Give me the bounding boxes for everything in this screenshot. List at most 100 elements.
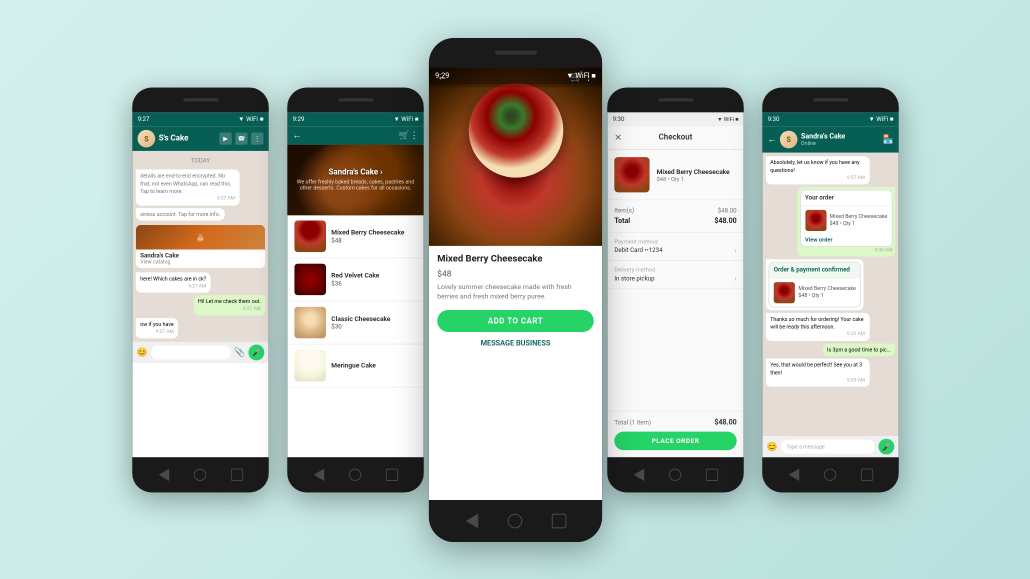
bubble-time-3: 9:27 AM: [140, 283, 206, 289]
view-order-link[interactable]: View order: [800, 234, 891, 245]
recents-nav-3[interactable]: [551, 513, 566, 528]
p5-bubble-2: Thanks so much for ordering! Your cake w…: [765, 312, 868, 340]
contact-info: Sandra's Cake Online: [801, 132, 879, 146]
status-time-4: 9:30: [612, 115, 624, 122]
confirmed-thumb: [773, 281, 794, 302]
catalog-card-image: 🎂: [135, 225, 264, 250]
mic-button-5[interactable]: 🎤: [878, 438, 894, 454]
phones-container: 9:27 ▼ WiFi ■ S S's Cake ▶ ☎ ⋮: [123, 50, 908, 530]
cart-icon-2[interactable]: 🛒: [398, 130, 409, 140]
product-price-3: $30: [331, 323, 416, 330]
product-detail-body: Mixed Berry Cheesecake $48 Lovely summer…: [428, 245, 601, 499]
product-item-1[interactable]: Mixed Berry Cheesecake $48: [287, 215, 423, 258]
home-nav-2[interactable]: [348, 468, 360, 480]
video-call-icon[interactable]: ▶: [219, 132, 231, 144]
back-nav-5[interactable]: [788, 468, 799, 480]
payment-label: Payment method: [614, 238, 736, 245]
confirmed-body: Mixed Berry Cheesecake $48 • Qty 1: [769, 278, 860, 306]
back-nav-3[interactable]: [465, 513, 478, 528]
attachment-icon[interactable]: 📎: [233, 347, 244, 357]
classic-thumb-image: [294, 306, 326, 338]
home-nav[interactable]: [193, 468, 205, 480]
payment-value: Debit Card ••1234 ›: [614, 246, 736, 254]
phone-5-chat: Absolutely, let us know if you have any …: [762, 152, 898, 435]
status-time: 9:27: [137, 115, 149, 122]
home-nav-3[interactable]: [507, 513, 522, 528]
type-placeholder: Type a message: [786, 443, 824, 449]
phone-5-status-bar: 9:30 ▼ WiFi ■: [762, 112, 898, 126]
voice-call-icon[interactable]: ☎: [235, 132, 247, 144]
status-icons-2: ▼ WiFi ■: [393, 115, 418, 122]
confirmed-header: Order & payment confirmed: [769, 262, 860, 278]
product-price-1: $48: [331, 237, 416, 244]
redvelvet-thumb-image: [294, 263, 326, 295]
close-icon[interactable]: ✕: [614, 132, 621, 142]
phone-2-notch: [287, 87, 423, 112]
store-icon-5[interactable]: 🏪: [882, 134, 893, 144]
recents-nav-5[interactable]: [860, 468, 872, 480]
back-arrow-2[interactable]: ←: [292, 130, 301, 140]
product-thumb-4: [294, 349, 326, 381]
phone-5-wrapper: 9:30 ▼ WiFi ■ ← S Sandra's Cake Online 🏪: [762, 87, 898, 492]
back-nav-2[interactable]: [313, 468, 324, 480]
delivery-method[interactable]: Delivery method In store pickup ›: [607, 260, 743, 288]
dots-icon-2[interactable]: ⋮: [409, 130, 418, 140]
mic-button[interactable]: 🎤: [248, 344, 264, 360]
product-item-4[interactable]: Meringue Cake: [287, 344, 423, 387]
product-detail-desc: Lovely summer cheesecake made with fresh…: [437, 282, 593, 301]
store-description: We offer freshly baked breads, cakes, pa…: [287, 179, 423, 191]
home-nav-4[interactable]: [668, 468, 680, 480]
checkout-item-detail: $48 • Qty 1: [656, 175, 736, 182]
product-thumb-2: [294, 263, 326, 295]
message-business-button[interactable]: MESSAGE BUSINESS: [437, 336, 593, 351]
place-order-button[interactable]: PLACE ORDER: [614, 431, 736, 449]
phone-1: 9:27 ▼ WiFi ■ S S's Cake ▶ ☎ ⋮: [132, 87, 268, 492]
chat-bubble-sent-1: Hi! Let me check them out. 9:27 AM: [193, 295, 265, 315]
phone-2: 9:29 ▼ WiFi ■ ← 🛒 ⋮ Sandra's Cake › We o…: [287, 87, 423, 492]
emoji-icon-5[interactable]: 😊: [766, 441, 777, 451]
catalog-card-sub: View catalog: [140, 259, 261, 265]
total-amount: $48.00: [714, 216, 736, 224]
emoji-icon[interactable]: 😊: [136, 347, 147, 357]
back-nav[interactable]: [158, 468, 169, 480]
recents-nav-2[interactable]: [385, 468, 397, 480]
back-nav-4[interactable]: [633, 468, 644, 480]
message-input[interactable]: [151, 345, 230, 359]
order-thumb: [805, 209, 826, 230]
product-info-2: Red Velvet Cake $36: [331, 271, 416, 287]
phone-1-screen: 9:27 ▼ WiFi ■ S S's Cake ▶ ☎ ⋮: [132, 112, 268, 457]
back-arrow-5[interactable]: ←: [767, 134, 776, 144]
phone-5-screen: 9:30 ▼ WiFi ■ ← S Sandra's Cake Online 🏪: [762, 112, 898, 457]
phone-3-wrapper: 9:29 ▼ WiFi ■ ← 🛒 ⋮: [428, 38, 601, 542]
store-name[interactable]: Sandra's Cake ›: [328, 168, 382, 177]
phone-3-notch: [428, 38, 601, 67]
recents-nav[interactable]: [230, 468, 242, 480]
recents-nav-4[interactable]: [705, 468, 717, 480]
phone-3-screen: 9:29 ▼ WiFi ■ ← 🛒 ⋮: [428, 67, 601, 500]
catalog-card[interactable]: 🎂 Sandra's Cake View catalog: [135, 225, 264, 268]
type-message-field[interactable]: Type a message: [781, 439, 875, 453]
payment-method[interactable]: Payment method Debit Card ••1234 ›: [607, 232, 743, 260]
phone-4-screen: 9:30 ▼ WiFi ■ ✕ Checkout Mixed Berry Che…: [607, 112, 743, 457]
add-to-cart-button[interactable]: ADD TO CART: [437, 310, 593, 332]
menu-icon[interactable]: ⋮: [251, 132, 263, 144]
product-item-3[interactable]: Classic Cheesecake $30: [287, 301, 423, 344]
cheesecake-thumb-image: [294, 220, 326, 252]
order-info: Mixed Berry Cheesecake $48 • Qty 1: [829, 213, 887, 227]
product-info-1: Mixed Berry Cheesecake $48: [331, 228, 416, 244]
phone-1-title: S's Cake: [158, 134, 215, 143]
product-item-2[interactable]: Red Velvet Cake $36: [287, 258, 423, 301]
phone-4-notch: [607, 87, 743, 112]
phone-5-notch: [762, 87, 898, 112]
p5-order-card: Your order Mixed Berry Cheesecake $48 • …: [797, 186, 895, 256]
product-list: Mixed Berry Cheesecake $48 Red Velvet Ca…: [287, 215, 423, 387]
footer-amount: $48.00: [714, 418, 736, 426]
your-order-card[interactable]: Your order Mixed Berry Cheesecake $48 • …: [799, 189, 892, 246]
phone-4-speaker: [657, 98, 692, 102]
checkout-item-info: Mixed Berry Cheesecake $48 • Qty 1: [656, 167, 736, 182]
phone-5-input-bar: 😊 Type a message 🎤: [762, 436, 898, 457]
product-name-2: Red Velvet Cake: [331, 271, 416, 279]
home-nav-5[interactable]: [823, 468, 835, 480]
product-thumb-3: [294, 306, 326, 338]
p5-order-confirm: Order & payment confirmed Mixed Berry Ch…: [765, 258, 863, 309]
